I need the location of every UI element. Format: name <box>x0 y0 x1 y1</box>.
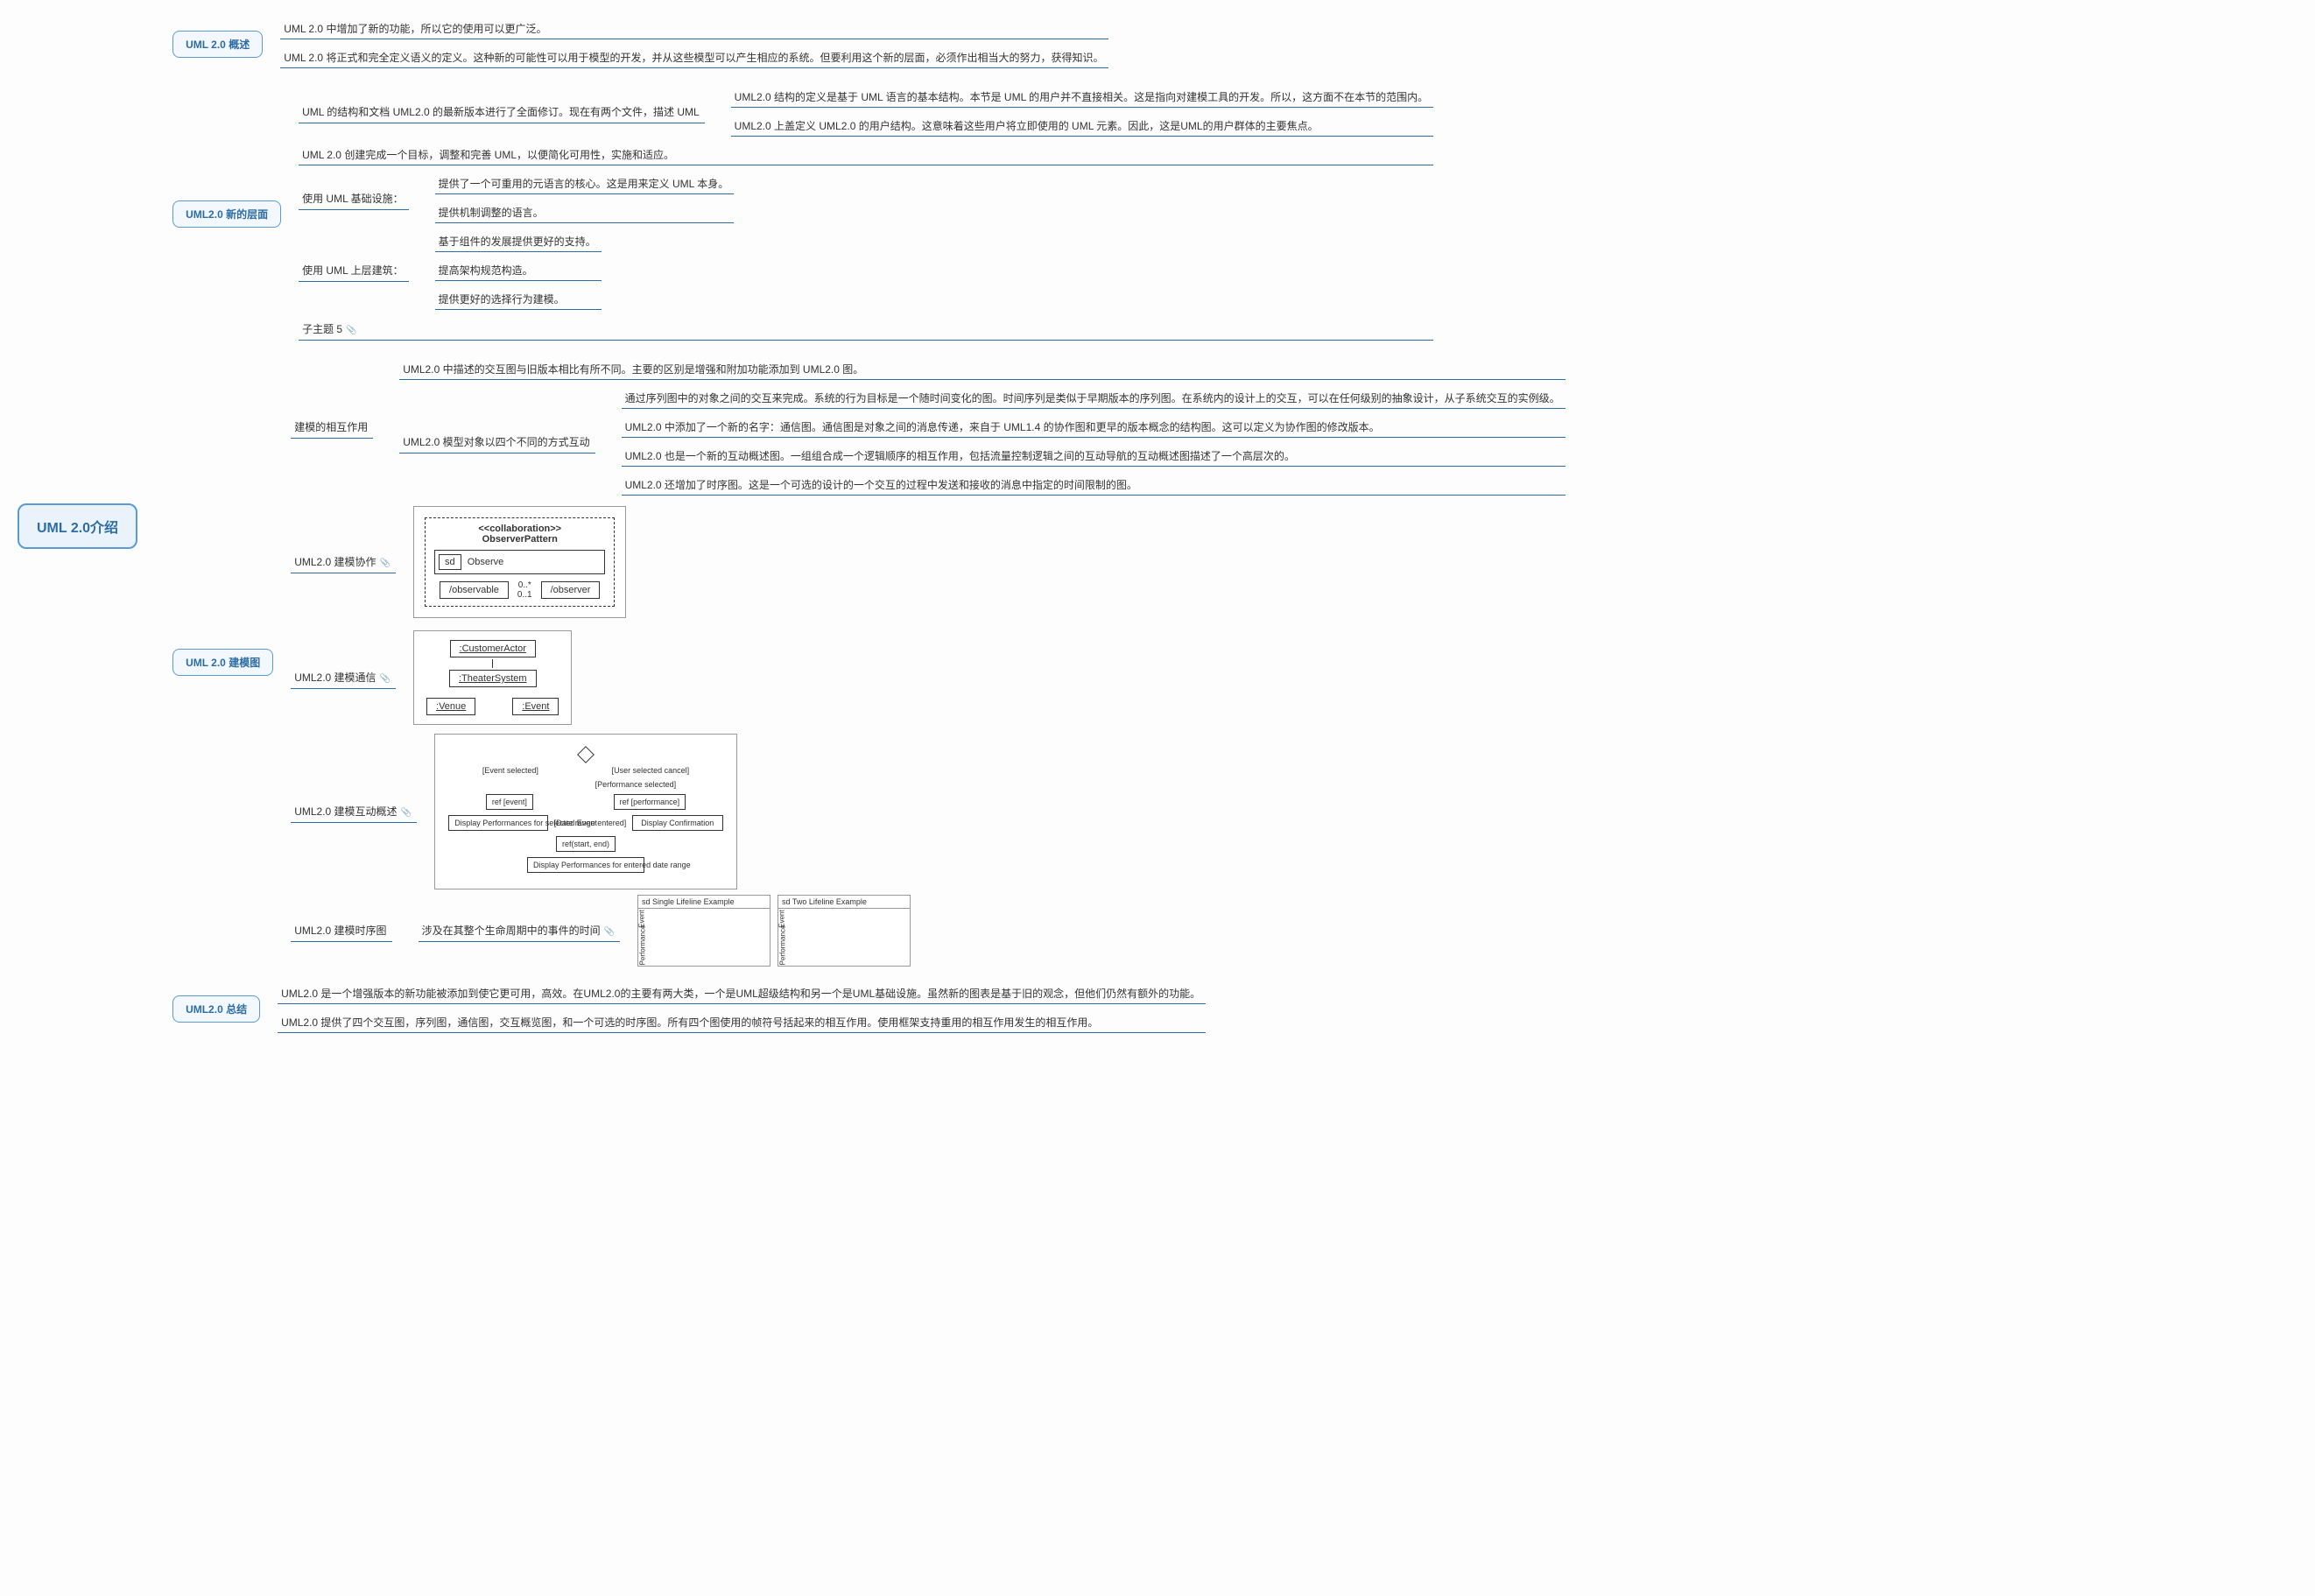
guard: [User selected cancel] <box>612 766 690 775</box>
activity-box: Display Performances for entered date ra… <box>527 857 644 873</box>
guard: [Event selected] <box>482 766 538 775</box>
timing-title: sd Single Lifeline Example <box>638 896 770 909</box>
collab-name: ObserverPattern <box>482 534 558 545</box>
leaf[interactable]: UML2.0 模型对象以四个不同的方式互动 <box>399 432 595 453</box>
leaf[interactable]: 提供机制调整的语言。 <box>435 203 735 223</box>
guard: [Performance selected] <box>595 780 677 789</box>
guard: [Date range entered] <box>554 819 627 827</box>
branch-summary: UML2.0 总结 UML2.0 是一个增强版本的新功能被添加到使它更可用，高效… <box>172 982 1566 1035</box>
leaf[interactable]: 通过序列图中的对象之间的交互来完成。系统的行为目标是一个随时间变化的图。时间序列… <box>622 389 1566 409</box>
activity-box: Display Confirmation <box>632 815 723 831</box>
node-summary[interactable]: UML2.0 总结 <box>172 995 260 1023</box>
collab-stereotype: <<collaboration>> <box>478 524 561 534</box>
obj-event: :Event <box>512 698 559 715</box>
node-timing-modeling[interactable]: UML2.0 建模时序图 <box>291 920 391 942</box>
ref-box: ref(start, end) <box>556 836 616 852</box>
obj-theater: :TheaterSystem <box>449 670 537 687</box>
root-node[interactable]: UML 2.0介绍 <box>18 503 137 549</box>
diagram-timing: sd Single Lifeline Example Event Perform… <box>637 895 911 967</box>
leaf[interactable]: 使用 UML 基础设施： <box>299 188 409 210</box>
leaf[interactable]: UML2.0 结构的定义是基于 UML 语言的基本结构。本节是 UML 的用户并… <box>731 88 1433 108</box>
obj-customer: :CustomerActor <box>450 640 536 657</box>
leaf[interactable]: UML2.0 也是一个新的互动概述图。一组组合成一个逻辑顺序的相互作用，包括流量… <box>622 446 1566 467</box>
mult-label: 0..*0..1 <box>514 580 536 600</box>
node-interaction-modeling[interactable]: 建模的相互作用 <box>291 417 373 439</box>
leaf[interactable]: 提供了一个可重用的元语言的核心。这是用来定义 UML 本身。 <box>435 174 735 194</box>
leaf-subtopic5[interactable]: 子主题 5 <box>299 319 1433 341</box>
timing-lane: Performance <box>638 925 646 966</box>
leaf[interactable]: UML2.0 中描述的交互图与旧版本相比有所不同。主要的区别是增强和附加功能添加… <box>399 360 1565 380</box>
timing-title: sd Two Lifeline Example <box>778 896 910 909</box>
branch-overview: UML 2.0 概述 UML 2.0 中增加了新的功能，所以它的使用可以更广泛。… <box>172 18 1566 70</box>
role-observable: /observable <box>440 581 509 599</box>
diagram-collaboration: <<collaboration>>ObserverPattern sd Obse… <box>413 506 626 618</box>
decision-icon <box>577 746 595 763</box>
leaf[interactable]: UML2.0 中添加了一个新的名字：通信图。通信图是对象之间的消息传递，来自于 … <box>622 418 1566 438</box>
leaf[interactable]: UML2.0 提供了四个交互图，序列图，通信图，交互概览图，和一个可选的时序图。… <box>278 1013 1206 1033</box>
ref-box: ref [event] <box>486 794 533 810</box>
role-observer: /observer <box>541 581 601 599</box>
node-comm-modeling[interactable]: UML2.0 建模通信 <box>291 667 396 689</box>
leaf[interactable]: 使用 UML 上层建筑： <box>299 260 409 282</box>
branch-new-layer: UML2.0 新的层面 UML 的结构和文档 UML2.0 的最新版本进行了全面… <box>172 86 1566 342</box>
main-branches: UML 2.0 概述 UML 2.0 中增加了新的功能，所以它的使用可以更广泛。… <box>172 18 1566 1035</box>
node-overview-modeling[interactable]: UML2.0 建模互动概述 <box>291 801 417 823</box>
timing-lane: Performance <box>778 925 786 966</box>
sd-tag: sd <box>439 554 461 570</box>
diagram-interaction-overview: [Event selected] [User selected cancel] … <box>434 734 737 889</box>
leaf[interactable]: UML 2.0 将正式和完全定义语义的定义。这种新的可能性可以用于模型的开发，并… <box>280 48 1108 68</box>
leaf[interactable]: UML 2.0 中增加了新的功能，所以它的使用可以更广泛。 <box>280 19 1108 39</box>
sd-name: Observe <box>468 557 504 567</box>
ref-box: ref [performance] <box>614 794 686 810</box>
leaf[interactable]: UML2.0 是一个增强版本的新功能被添加到使它更可用，高效。在UML2.0的主… <box>278 984 1206 1004</box>
leaf[interactable]: UML 的结构和文档 UML2.0 的最新版本进行了全面修订。现在有两个文件，描… <box>299 102 705 123</box>
node-new-layer[interactable]: UML2.0 新的层面 <box>172 200 281 228</box>
diagram-communication: :CustomerActor :TheaterSystem :Venue :Ev… <box>413 630 572 725</box>
leaf[interactable]: 提供更好的选择行为建模。 <box>435 290 602 310</box>
activity-box: Display Performances for selected Event <box>448 815 548 831</box>
leaf[interactable]: 提高架构规范构造。 <box>435 261 602 281</box>
leaf[interactable]: 涉及在其整个生命周期中的事件的时间 <box>419 920 620 942</box>
node-overview[interactable]: UML 2.0 概述 <box>172 31 263 58</box>
node-collab-modeling[interactable]: UML2.0 建模协作 <box>291 552 396 573</box>
branch-modeling-diagrams: UML 2.0 建模图 建模的相互作用 UML2.0 中描述的交互图与旧版本相比… <box>172 358 1566 967</box>
leaf[interactable]: UML 2.0 创建完成一个目标，调整和完善 UML，以便简化可用性，实施和适应… <box>299 145 1433 165</box>
node-modeling-diagrams[interactable]: UML 2.0 建模图 <box>172 649 273 676</box>
leaf[interactable]: UML2.0 还增加了时序图。这是一个可选的设计的一个交互的过程中发送和接收的消… <box>622 475 1566 496</box>
leaf[interactable]: UML2.0 上盖定义 UML2.0 的用户结构。这意味着这些用户将立即使用的 … <box>731 116 1433 137</box>
obj-venue: :Venue <box>426 698 475 715</box>
leaf[interactable]: 基于组件的发展提供更好的支持。 <box>435 232 602 252</box>
